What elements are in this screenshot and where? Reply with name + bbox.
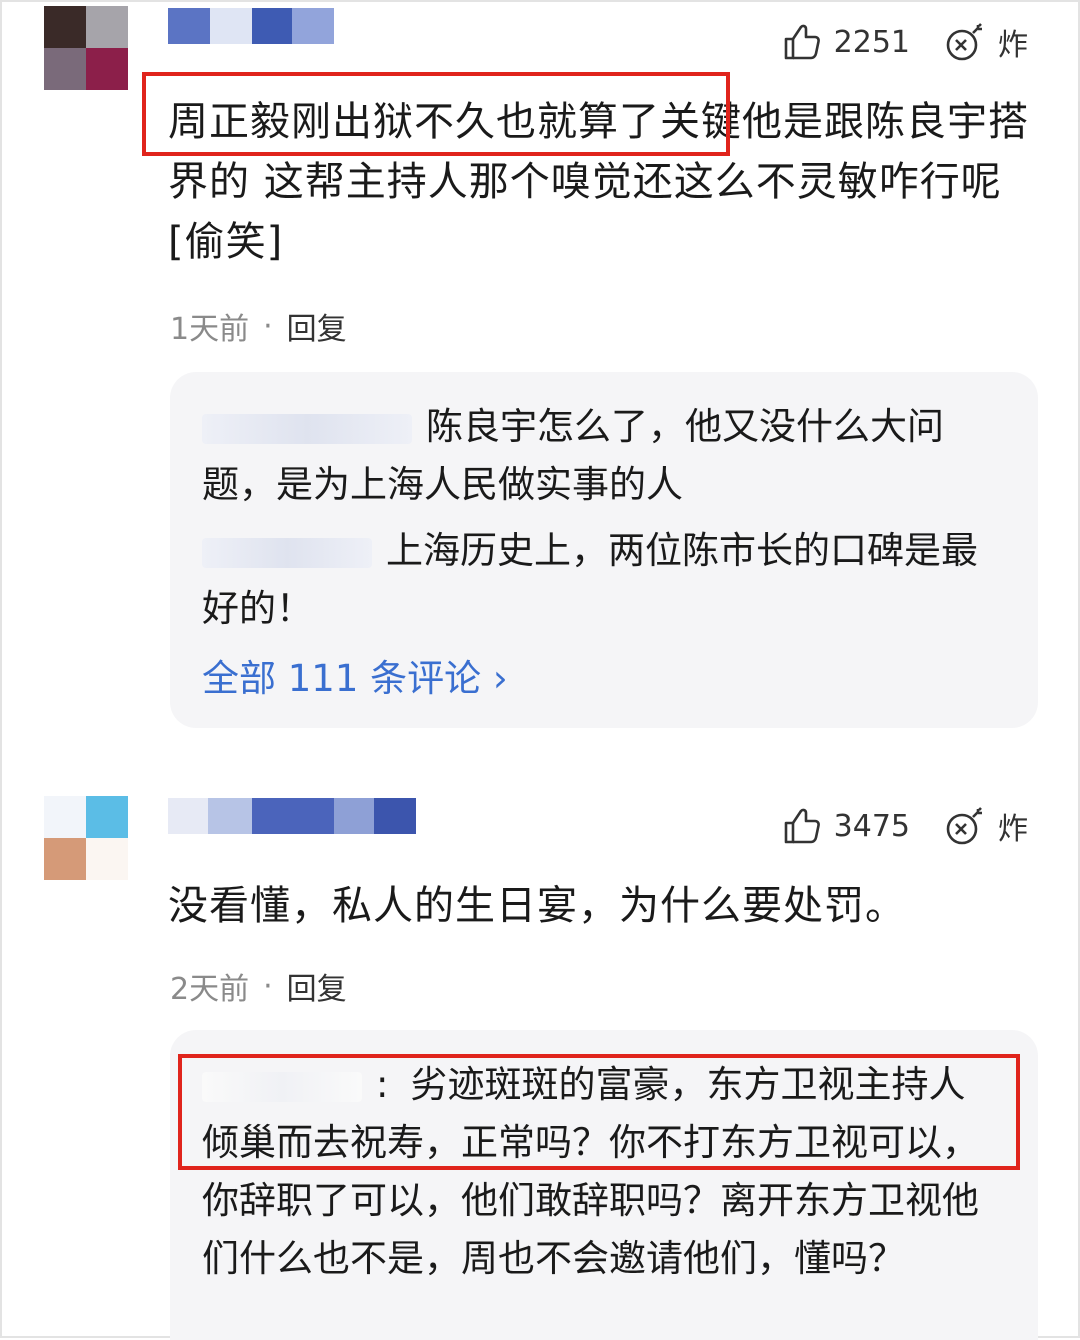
reply-button[interactable]: 回复 bbox=[287, 304, 347, 348]
comment-text: 没看懂，私人的生日宴，为什么要处罚。 bbox=[168, 883, 906, 929]
username-blurred[interactable] bbox=[168, 8, 334, 44]
avatar[interactable] bbox=[44, 796, 128, 880]
comment-actions: 3475 炸 bbox=[782, 804, 1028, 848]
bomb-button[interactable]: 炸 bbox=[944, 804, 1028, 848]
bomb-icon bbox=[944, 21, 986, 63]
meta-separator: · bbox=[263, 968, 273, 1004]
comment-time: 1天前 bbox=[170, 312, 250, 347]
highlight-box bbox=[142, 72, 730, 156]
meta-separator: · bbox=[263, 308, 273, 344]
reply-item: 上海历史上，两位陈市长的口碑是最好的！ bbox=[202, 522, 1002, 638]
bomb-label: 炸 bbox=[998, 812, 1028, 847]
all-comments-link[interactable]: 全部 111 条评论 › bbox=[202, 648, 508, 702]
like-button[interactable]: 3475 bbox=[782, 806, 910, 846]
avatar[interactable] bbox=[44, 6, 128, 90]
reply-item: 陈良宇怎么了，他又没什么大问题，是为上海人民做实事的人 bbox=[202, 398, 1002, 514]
reply-button[interactable]: 回复 bbox=[287, 964, 347, 1008]
comment-time: 2天前 bbox=[170, 972, 250, 1007]
bomb-button[interactable]: 炸 bbox=[944, 20, 1028, 64]
like-button[interactable]: 2251 bbox=[782, 22, 910, 62]
username-blurred[interactable] bbox=[168, 798, 416, 834]
reply-username-blurred[interactable] bbox=[202, 413, 412, 444]
like-count: 3475 bbox=[833, 808, 910, 844]
reply-username-blurred[interactable] bbox=[202, 537, 372, 568]
highlight-box bbox=[178, 1054, 1020, 1170]
thumbs-up-icon bbox=[782, 22, 822, 62]
reply-thread: 陈良宇怎么了，他又没什么大问题，是为上海人民做实事的人 上海历史上，两位陈市长的… bbox=[170, 372, 1038, 728]
bomb-label: 炸 bbox=[998, 28, 1028, 63]
thumbs-up-icon bbox=[782, 806, 822, 846]
comment-meta: 2天前 · 回复 bbox=[170, 964, 347, 1008]
comment-meta: 1天前 · 回复 bbox=[170, 304, 347, 348]
comment-actions: 2251 炸 bbox=[782, 20, 1028, 64]
like-count: 2251 bbox=[833, 24, 910, 60]
bomb-icon bbox=[944, 805, 986, 847]
